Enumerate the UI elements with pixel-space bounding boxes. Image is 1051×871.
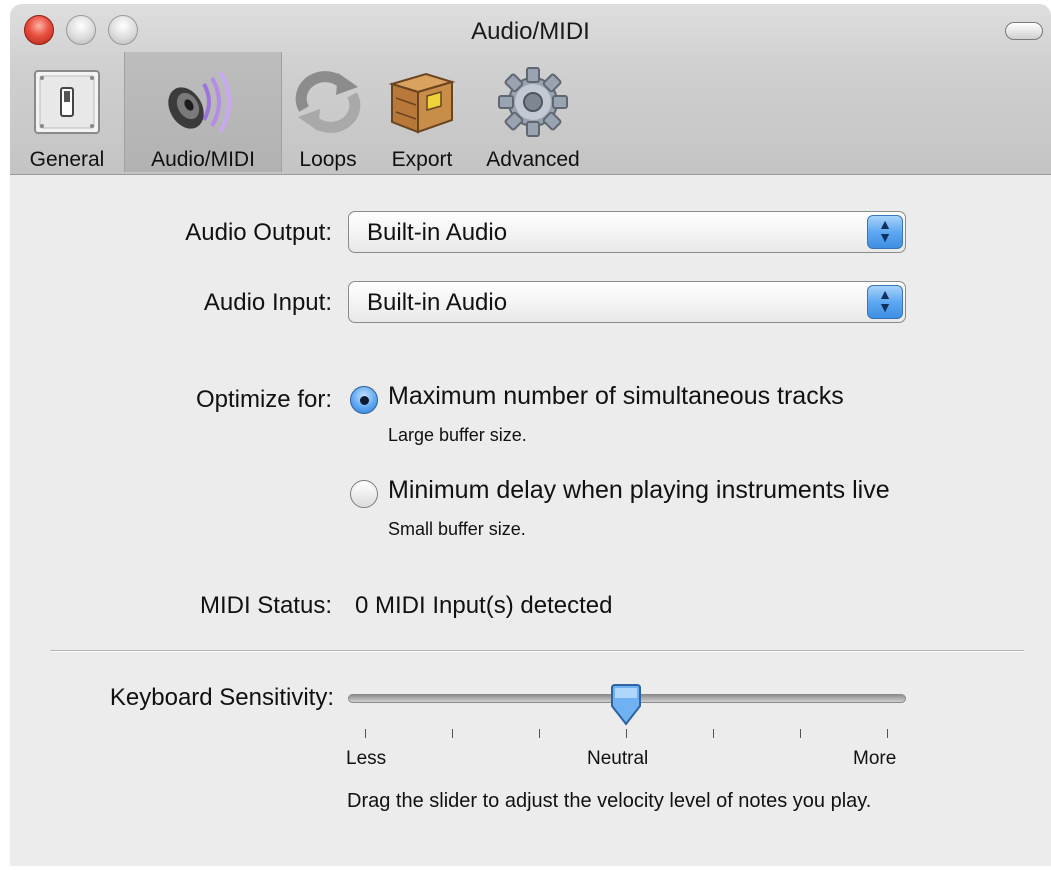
window-chrome: Audio/MIDI General Audio/MIDI Loops Expo… bbox=[10, 4, 1051, 175]
slider-tick bbox=[365, 729, 366, 738]
toolbar-item-loops[interactable]: Loops bbox=[282, 52, 374, 172]
midi-status-label: MIDI Status: bbox=[199, 592, 332, 619]
toolbar-item-audio-midi-label: Audio/MIDI bbox=[151, 148, 255, 171]
slider-help-text: Drag the slider to adjust the velocity l… bbox=[347, 790, 872, 812]
slider-max-label: More bbox=[853, 748, 897, 769]
audio-output-value: Built-in Audio bbox=[367, 219, 508, 246]
preferences-window: Audio/MIDI General Audio/MIDI Loops Expo… bbox=[10, 4, 1051, 866]
loop-arrows-icon bbox=[289, 64, 367, 140]
midi-status-value: 0 MIDI Input(s) detected bbox=[355, 592, 613, 619]
gear-icon bbox=[494, 64, 572, 140]
slider-tick bbox=[713, 729, 714, 738]
toolbar-item-audio-midi[interactable]: Audio/MIDI bbox=[124, 52, 282, 172]
slider-tick bbox=[626, 729, 627, 738]
up-down-arrows-icon: ▲ ▼ bbox=[867, 215, 903, 249]
slider-tick bbox=[539, 729, 540, 738]
radio-min-delay[interactable] bbox=[350, 480, 378, 508]
box-icon bbox=[383, 64, 461, 140]
toolbar-item-general-label: General bbox=[29, 148, 105, 171]
speaker-icon bbox=[164, 64, 242, 140]
slider-tick bbox=[887, 729, 888, 738]
optimize-for-label: Optimize for: bbox=[195, 386, 332, 413]
audio-output-popup[interactable]: Built-in Audio ▲ ▼ bbox=[348, 211, 906, 253]
preferences-toolbar: General Audio/MIDI Loops Export Advanced bbox=[10, 52, 596, 174]
toolbar-item-loops-label: Loops bbox=[299, 148, 357, 171]
slider-min-label: Less bbox=[346, 748, 387, 769]
radio-max-tracks-subtitle: Large buffer size. bbox=[388, 425, 527, 445]
slider-tick bbox=[800, 729, 801, 738]
keyboard-sensitivity-label: Keyboard Sensitivity: bbox=[109, 684, 334, 711]
toolbar-item-advanced[interactable]: Advanced bbox=[470, 52, 596, 172]
radio-min-delay-label[interactable]: Minimum delay when playing instruments l… bbox=[388, 476, 890, 505]
radio-max-tracks-label[interactable]: Maximum number of simultaneous tracks bbox=[388, 382, 844, 411]
up-down-arrows-icon: ▲ ▼ bbox=[867, 285, 903, 319]
audio-input-value: Built-in Audio bbox=[367, 289, 508, 316]
slider-mid-label: Neutral bbox=[587, 748, 649, 769]
audio-input-label: Audio Input: bbox=[203, 289, 332, 316]
radio-min-delay-subtitle: Small buffer size. bbox=[388, 519, 526, 539]
radio-max-tracks[interactable] bbox=[350, 386, 378, 414]
switch-icon bbox=[28, 64, 106, 140]
audio-output-label: Audio Output: bbox=[185, 219, 332, 246]
toolbar-item-advanced-label: Advanced bbox=[486, 148, 580, 171]
audio-midi-pane: Audio Output: Built-in Audio ▲ ▼ Audio In… bbox=[10, 175, 1051, 866]
slider-thumb[interactable] bbox=[609, 684, 643, 726]
toolbar-item-export[interactable]: Export bbox=[374, 52, 470, 172]
toolbar-item-general[interactable]: General bbox=[10, 52, 124, 172]
audio-input-popup[interactable]: Built-in Audio ▲ ▼ bbox=[348, 281, 906, 323]
toolbar-toggle-button[interactable] bbox=[1005, 22, 1043, 40]
toolbar-item-export-label: Export bbox=[391, 148, 453, 171]
window-title: Audio/MIDI bbox=[471, 18, 590, 45]
slider-tick bbox=[452, 729, 453, 738]
separator bbox=[50, 650, 1024, 652]
